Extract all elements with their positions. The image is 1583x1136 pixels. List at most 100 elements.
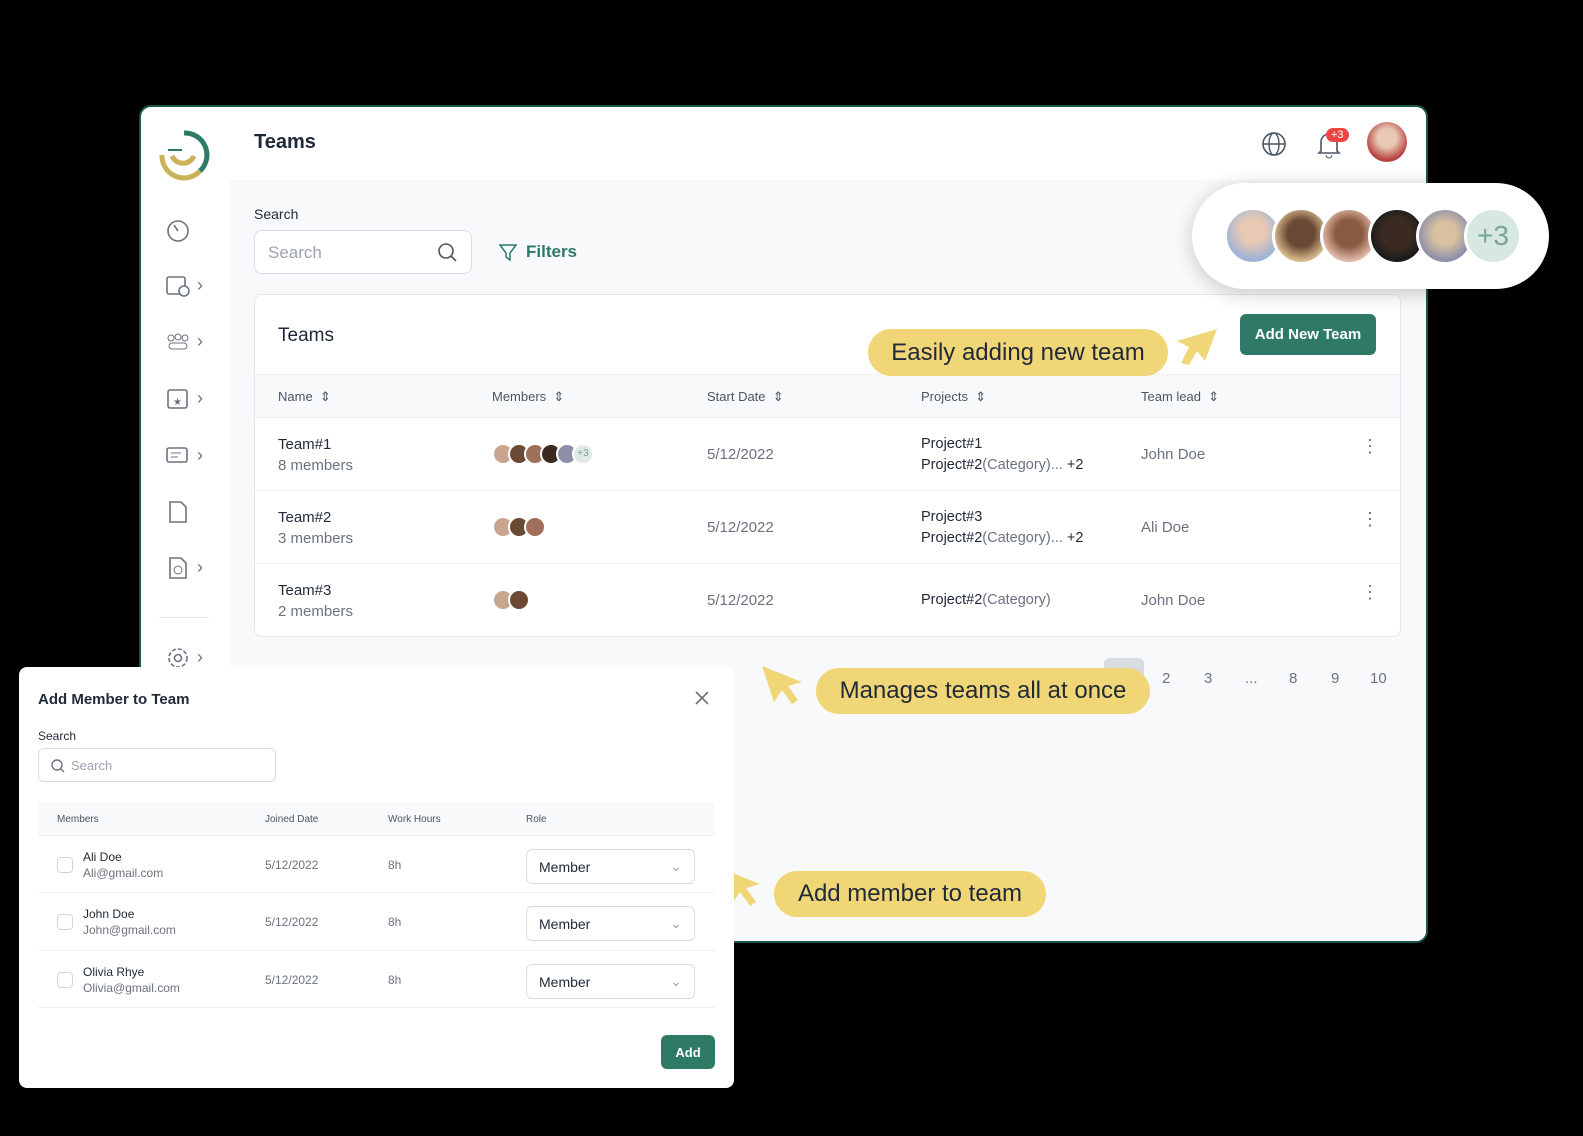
member-name: Ali Doe bbox=[83, 850, 122, 864]
timer-icon[interactable] bbox=[165, 217, 195, 243]
project: Project#2(Category)... +2 bbox=[921, 457, 1084, 473]
team-lead: John Doe bbox=[1141, 446, 1206, 463]
svg-text:★: ★ bbox=[173, 397, 182, 408]
calendar-star-icon[interactable]: ★ bbox=[165, 386, 195, 412]
col-name[interactable]: Name ⇕ bbox=[278, 389, 331, 405]
member-email: John@gmail.com bbox=[83, 923, 176, 937]
work-hours: 8h bbox=[388, 973, 402, 987]
filters-button[interactable]: Filters bbox=[498, 242, 577, 262]
users-icon[interactable] bbox=[165, 329, 195, 355]
team-name: Team#3 bbox=[278, 582, 332, 599]
member-row: Ali Doe Ali@gmail.com 5/12/2022 8h Membe… bbox=[38, 836, 715, 893]
callout-add-member: Add member to team bbox=[774, 871, 1046, 917]
chevron-down-icon: ⌄ bbox=[670, 915, 682, 931]
team-name: Team#2 bbox=[278, 509, 332, 526]
member-checkbox[interactable] bbox=[57, 972, 73, 988]
notification-badge: +3 bbox=[1326, 128, 1349, 142]
project: Project#1 bbox=[921, 436, 983, 452]
chevron-down-icon: ⌄ bbox=[670, 858, 682, 874]
table-row[interactable]: Team#3 2 members 5/12/2022 Project#2(Cat… bbox=[255, 564, 1400, 636]
notes-icon[interactable] bbox=[165, 443, 195, 469]
page-button[interactable]: 3 bbox=[1204, 670, 1212, 687]
search-input[interactable]: Search bbox=[254, 230, 472, 274]
search-icon bbox=[51, 759, 65, 773]
member-search-input[interactable]: Search bbox=[38, 748, 276, 782]
search-placeholder: Search bbox=[268, 243, 322, 262]
user-avatar[interactable] bbox=[1367, 122, 1407, 162]
extra-avatars-count: +3 bbox=[1464, 207, 1522, 265]
more-icon[interactable]: ⋮ bbox=[1361, 510, 1379, 528]
role-select[interactable]: Member ⌄ bbox=[526, 964, 695, 999]
page-button[interactable]: 8 bbox=[1289, 670, 1297, 687]
add-button[interactable]: Add bbox=[661, 1035, 715, 1069]
search-label: Search bbox=[254, 206, 299, 222]
project: Project#2(Category)... +2 bbox=[921, 530, 1084, 546]
search-placeholder: Search bbox=[71, 758, 113, 773]
add-new-team-button[interactable]: Add New Team bbox=[1240, 314, 1376, 355]
member-avatars bbox=[492, 589, 530, 611]
start-date: 5/12/2022 bbox=[707, 519, 774, 536]
page-button[interactable]: 10 bbox=[1370, 670, 1387, 687]
avatar-group-popover: +3 bbox=[1192, 183, 1549, 289]
logo-icon bbox=[159, 130, 210, 181]
close-icon[interactable] bbox=[694, 690, 710, 706]
member-count: 8 members bbox=[278, 457, 354, 474]
member-avatars: +3 bbox=[492, 443, 594, 465]
calendar-clock-icon[interactable] bbox=[165, 273, 195, 299]
member-name: John Doe bbox=[83, 907, 135, 921]
role-select[interactable]: Member ⌄ bbox=[526, 906, 695, 941]
work-hours: 8h bbox=[388, 915, 402, 929]
col-projects[interactable]: Projects ⇕ bbox=[921, 389, 986, 405]
chevron-right-icon[interactable]: › bbox=[197, 331, 203, 352]
member-email: Ali@gmail.com bbox=[83, 866, 164, 880]
col-team-lead[interactable]: Team lead ⇕ bbox=[1141, 389, 1219, 405]
joined-date: 5/12/2022 bbox=[265, 858, 319, 872]
chevron-right-icon[interactable]: › bbox=[197, 647, 203, 668]
work-hours: 8h bbox=[388, 858, 402, 872]
table-header: Name ⇕ Members ⇕ Start Date ⇕ Projects ⇕… bbox=[255, 374, 1400, 418]
start-date: 5/12/2022 bbox=[707, 592, 774, 609]
start-date: 5/12/2022 bbox=[707, 446, 774, 463]
col-members[interactable]: Members ⇕ bbox=[492, 389, 564, 405]
card-title: Teams bbox=[278, 325, 334, 346]
joined-date: 5/12/2022 bbox=[265, 915, 319, 929]
search-icon bbox=[438, 243, 457, 262]
team-name: Team#1 bbox=[278, 436, 332, 453]
member-checkbox[interactable] bbox=[57, 857, 73, 873]
search-label: Search bbox=[38, 729, 77, 743]
more-icon[interactable]: ⋮ bbox=[1361, 583, 1379, 601]
teams-card: Teams Add New Team Name ⇕ Members ⇕ Star… bbox=[254, 294, 1401, 637]
table-row[interactable]: Team#2 3 members 5/12/2022 Project#3 Pro… bbox=[255, 491, 1400, 564]
add-member-modal: Add Member to Team Search Search Members… bbox=[19, 667, 734, 1088]
globe-icon[interactable] bbox=[1260, 130, 1288, 158]
col-start-date[interactable]: Start Date ⇕ bbox=[707, 389, 784, 405]
chevron-right-icon[interactable]: › bbox=[197, 388, 203, 409]
chevron-right-icon[interactable]: › bbox=[197, 275, 203, 296]
page-title: Teams bbox=[254, 131, 316, 153]
member-checkbox[interactable] bbox=[57, 914, 73, 930]
page-button[interactable]: 2 bbox=[1162, 670, 1170, 687]
callout-add-team: Easily adding new team bbox=[868, 329, 1168, 376]
more-icon[interactable]: ⋮ bbox=[1361, 437, 1379, 455]
modal-table-header: Members Joined Date Work Hours Role bbox=[38, 802, 715, 836]
project: Project#3 bbox=[921, 509, 983, 525]
member-email: Olivia@gmail.com bbox=[83, 981, 180, 995]
project: Project#2(Category) bbox=[921, 592, 1051, 608]
joined-date: 5/12/2022 bbox=[265, 973, 319, 987]
filter-icon bbox=[498, 244, 518, 262]
member-avatars bbox=[492, 516, 546, 538]
chevron-right-icon[interactable]: › bbox=[197, 445, 203, 466]
table-row[interactable]: Team#1 8 members +3 5/12/2022 Project#1 … bbox=[255, 418, 1400, 491]
member-row: John Doe John@gmail.com 5/12/2022 8h Mem… bbox=[38, 893, 715, 951]
callout-manage: Manages teams all at once bbox=[816, 668, 1150, 714]
page-button[interactable]: 9 bbox=[1331, 670, 1339, 687]
file-chart-icon[interactable] bbox=[165, 555, 195, 581]
arrow-cursor-icon bbox=[1177, 329, 1217, 365]
role-select[interactable]: Member ⌄ bbox=[526, 849, 695, 884]
report-icon[interactable] bbox=[165, 499, 195, 525]
team-lead: John Doe bbox=[1141, 592, 1206, 609]
chevron-right-icon[interactable]: › bbox=[197, 557, 203, 578]
chevron-down-icon: ⌄ bbox=[670, 973, 682, 989]
modal-title: Add Member to Team bbox=[38, 691, 190, 708]
member-row: Olivia Rhye Olivia@gmail.com 5/12/2022 8… bbox=[38, 951, 715, 1008]
